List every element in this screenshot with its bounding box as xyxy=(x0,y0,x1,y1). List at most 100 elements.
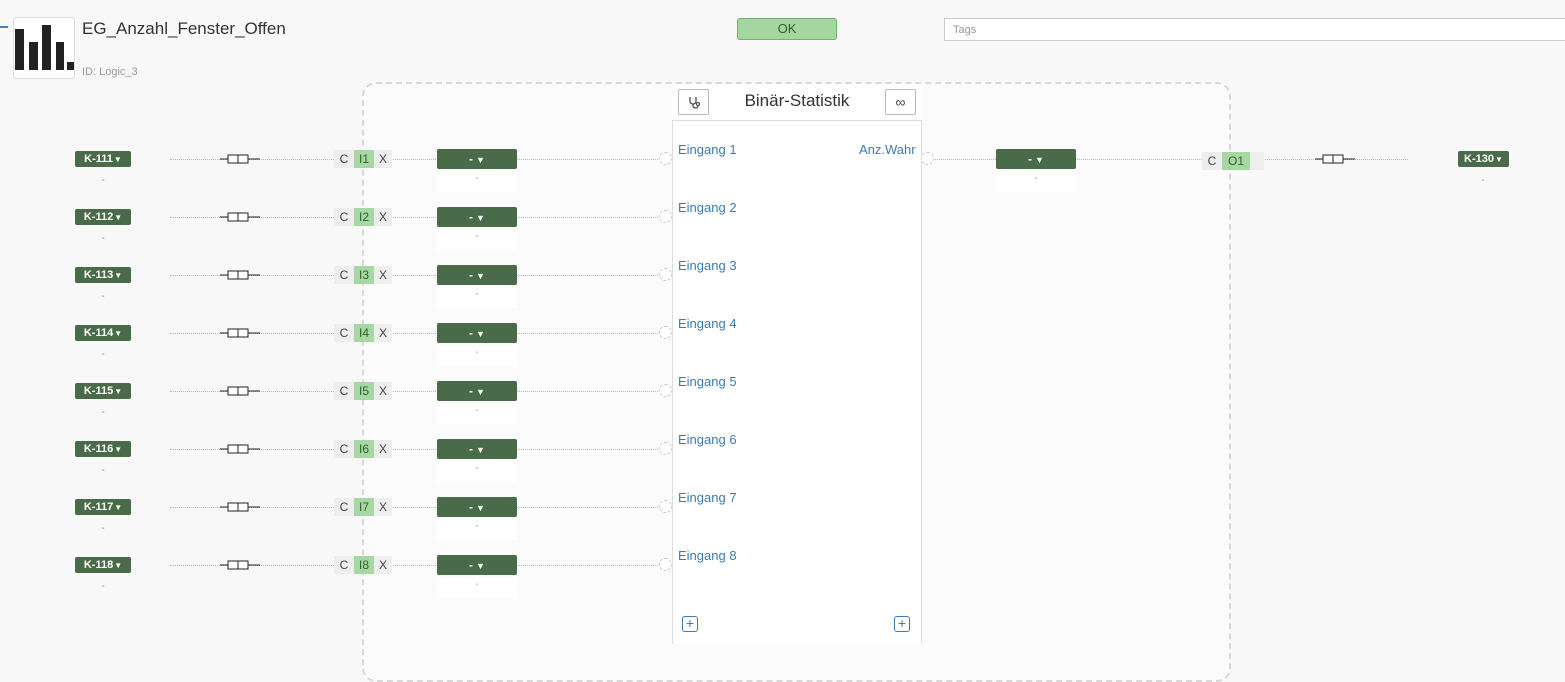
value-sub-4: - xyxy=(437,346,517,366)
input-port-5[interactable]: I5 xyxy=(354,382,374,400)
input-label-4[interactable]: Eingang 4 xyxy=(678,316,737,331)
ko-label: K-114 xyxy=(83,327,114,339)
add-input-button[interactable]: + xyxy=(682,616,698,632)
input-connector-6[interactable] xyxy=(659,442,672,455)
chevron-down-icon: ▼ xyxy=(476,155,485,165)
input-connector-8[interactable] xyxy=(659,558,672,571)
output-value-select[interactable]: - ▼ xyxy=(996,149,1076,169)
infinity-icon: ∞ xyxy=(895,94,906,110)
input-label-5[interactable]: Eingang 5 xyxy=(678,374,737,389)
port-x-button[interactable]: X xyxy=(374,150,392,168)
plug-icon[interactable] xyxy=(220,559,260,571)
port-x-button[interactable]: X xyxy=(374,440,392,458)
port-x-button[interactable]: X xyxy=(374,266,392,284)
port-x-button[interactable]: X xyxy=(374,382,392,400)
port-c-button[interactable]: C xyxy=(334,382,354,400)
ko-select-5[interactable]: K-115▼ xyxy=(75,383,131,399)
value-select-8[interactable]: - ▼ xyxy=(437,555,517,575)
port-x-button[interactable]: X xyxy=(374,208,392,226)
tags-input[interactable] xyxy=(944,18,1565,41)
output-label[interactable]: Anz.Wahr xyxy=(859,142,916,157)
input-label-2[interactable]: Eingang 2 xyxy=(678,200,737,215)
ko-label: K-111 xyxy=(84,153,113,165)
plug-icon[interactable] xyxy=(1315,153,1355,165)
ok-status-button[interactable]: OK xyxy=(737,18,837,40)
output-ko-select[interactable]: K-130▼ xyxy=(1458,151,1509,167)
port-x-button[interactable]: X xyxy=(374,556,392,574)
ko-label: K-116 xyxy=(83,443,114,455)
value-select-6[interactable]: - ▼ xyxy=(437,439,517,459)
input-connector-1[interactable] xyxy=(659,152,672,165)
value-select-4[interactable]: - ▼ xyxy=(437,323,517,343)
port-c-button[interactable]: C xyxy=(334,208,354,226)
plug-icon[interactable] xyxy=(220,501,260,513)
port-x-button[interactable]: X xyxy=(374,498,392,516)
plug-icon[interactable] xyxy=(220,327,260,339)
input-label-6[interactable]: Eingang 6 xyxy=(678,432,737,447)
value-select-7[interactable]: - ▼ xyxy=(437,497,517,517)
port-c-button[interactable]: C xyxy=(334,556,354,574)
port-c-button[interactable]: C xyxy=(334,440,354,458)
input-connector-2[interactable] xyxy=(659,210,672,223)
ko-sub-value: - xyxy=(101,465,105,476)
ko-select-3[interactable]: K-113▼ xyxy=(75,267,131,283)
add-output-button[interactable]: + xyxy=(894,616,910,632)
value-sub-6: - xyxy=(437,462,517,482)
output-connector[interactable] xyxy=(921,152,934,165)
input-port-8[interactable]: I8 xyxy=(354,556,374,574)
input-label-1[interactable]: Eingang 1 xyxy=(678,142,737,157)
input-port-6[interactable]: I6 xyxy=(354,440,374,458)
port-c-button[interactable]: C xyxy=(334,150,354,168)
chevron-down-icon: ▼ xyxy=(114,213,123,222)
ko-select-1[interactable]: K-111▼ xyxy=(75,151,131,167)
value-label: - xyxy=(469,152,474,166)
input-port-2[interactable]: I2 xyxy=(354,208,374,226)
port-c-button[interactable]: C xyxy=(1202,152,1222,170)
ko-select-8[interactable]: K-118▼ xyxy=(75,557,131,573)
input-port-7[interactable]: I7 xyxy=(354,498,374,516)
plug-icon[interactable] xyxy=(220,153,260,165)
input-label-3[interactable]: Eingang 3 xyxy=(678,258,737,273)
port-c-button[interactable]: C xyxy=(334,266,354,284)
ko-select-6[interactable]: K-116▼ xyxy=(75,441,131,457)
loop-button[interactable]: ∞ xyxy=(885,89,916,115)
chevron-down-icon: ▼ xyxy=(113,155,122,164)
port-c-button[interactable]: C xyxy=(334,498,354,516)
plus-icon: + xyxy=(685,615,695,631)
input-label-7[interactable]: Eingang 7 xyxy=(678,490,737,505)
input-label-8[interactable]: Eingang 8 xyxy=(678,548,737,563)
ko-label: K-130 xyxy=(1464,153,1495,165)
input-port-3[interactable]: I3 xyxy=(354,266,374,284)
input-port-1[interactable]: I1 xyxy=(354,150,374,168)
value-sub-1: - xyxy=(437,172,517,192)
input-connector-3[interactable] xyxy=(659,268,672,281)
input-connector-4[interactable] xyxy=(659,326,672,339)
value-select-2[interactable]: - ▼ xyxy=(437,207,517,227)
chevron-down-icon: ▼ xyxy=(476,445,485,455)
value-select-3[interactable]: - ▼ xyxy=(437,265,517,285)
left-accent-line xyxy=(0,26,8,28)
value-sub-3: - xyxy=(437,288,517,308)
input-port-4[interactable]: I4 xyxy=(354,324,374,342)
input-connector-5[interactable] xyxy=(659,384,672,397)
plug-icon[interactable] xyxy=(220,269,260,281)
port-x-button[interactable]: X xyxy=(374,324,392,342)
port-c-button[interactable]: C xyxy=(334,324,354,342)
value-select-1[interactable]: - ▼ xyxy=(437,149,517,169)
value-label: - xyxy=(469,384,474,398)
plug-icon[interactable] xyxy=(220,443,260,455)
ko-select-2[interactable]: K-112▼ xyxy=(75,209,131,225)
plus-icon: + xyxy=(897,615,907,631)
output-port-1[interactable]: O1 xyxy=(1222,152,1250,170)
plug-icon[interactable] xyxy=(220,211,260,223)
plug-icon[interactable] xyxy=(220,385,260,397)
ko-label: K-115 xyxy=(83,385,114,397)
ko-label: K-118 xyxy=(83,559,114,571)
ko-sub-value: - xyxy=(101,291,105,302)
value-select-5[interactable]: - ▼ xyxy=(437,381,517,401)
logic-id-label: ID: Logic_3 xyxy=(82,66,138,78)
ko-select-7[interactable]: K-117▼ xyxy=(75,499,131,515)
chevron-down-icon: ▼ xyxy=(114,271,123,280)
ko-select-4[interactable]: K-114▼ xyxy=(75,325,131,341)
input-connector-7[interactable] xyxy=(659,500,672,513)
